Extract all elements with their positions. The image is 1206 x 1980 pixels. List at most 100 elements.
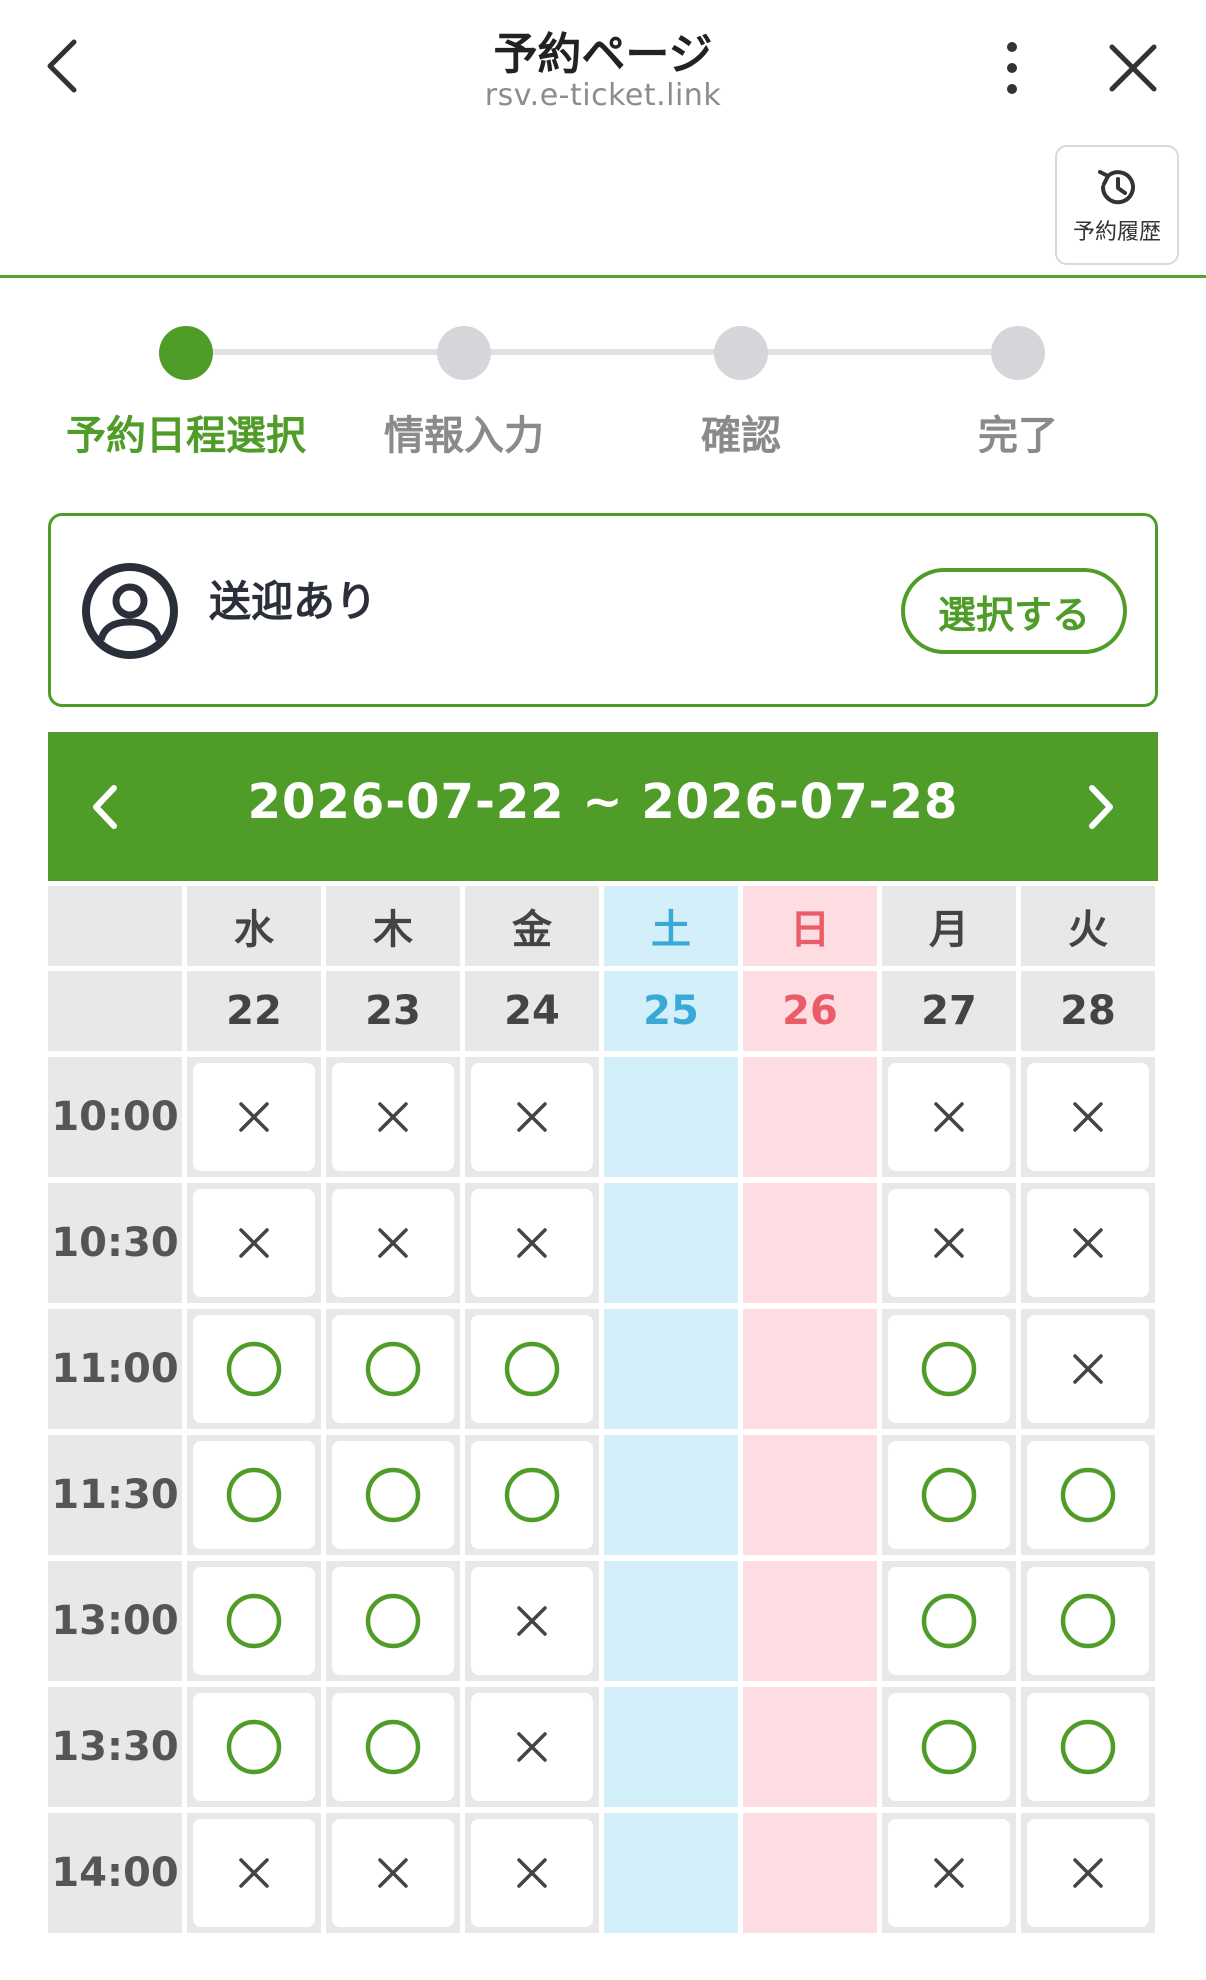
available-slot[interactable] (332, 1441, 454, 1549)
time-label: 10:30 (48, 1183, 182, 1303)
available-slot[interactable] (888, 1441, 1010, 1549)
available-slot[interactable] (888, 1567, 1010, 1675)
step-label-info: 情報入力 (384, 413, 544, 459)
unavailable-slot (193, 1819, 315, 1927)
available-circle-icon (1060, 1719, 1116, 1775)
history-icon (1098, 170, 1135, 205)
unavailable-cross-icon (1073, 1228, 1103, 1258)
closed-slot (604, 1687, 738, 1807)
progress-stepper: 予約日程選択 情報入力 確認 完了 (0, 278, 1206, 488)
unavailable-slot (1027, 1819, 1149, 1927)
date-header: 22 (187, 971, 321, 1051)
date-header: 25 (604, 971, 738, 1051)
more-menu-button[interactable] (990, 30, 1034, 106)
available-slot[interactable] (471, 1441, 593, 1549)
unavailable-slot (888, 1189, 1010, 1297)
unavailable-cross-icon (1073, 1102, 1103, 1132)
available-slot[interactable] (1027, 1693, 1149, 1801)
unavailable-slot (471, 1819, 593, 1927)
unavailable-slot (332, 1189, 454, 1297)
unavailable-cross-icon (378, 1858, 408, 1888)
available-slot[interactable] (193, 1693, 315, 1801)
close-button[interactable] (1100, 30, 1166, 106)
weekday-header: 水 (187, 886, 321, 966)
closed-slot (743, 1183, 877, 1303)
unavailable-cross-icon (517, 1606, 547, 1636)
date-header: 26 (743, 971, 877, 1051)
available-circle-icon (504, 1467, 560, 1523)
unavailable-slot (193, 1063, 315, 1171)
available-slot[interactable] (888, 1315, 1010, 1423)
unavailable-slot (1027, 1315, 1149, 1423)
unavailable-cross-icon (378, 1228, 408, 1258)
chevron-right-icon (1089, 785, 1113, 829)
available-circle-icon (921, 1467, 977, 1523)
closed-slot (604, 1057, 738, 1177)
more-vertical-icon (1007, 42, 1017, 94)
unavailable-cross-icon (239, 1102, 269, 1132)
unavailable-cross-icon (1073, 1354, 1103, 1384)
available-circle-icon (226, 1467, 282, 1523)
available-circle-icon (365, 1341, 421, 1397)
calendar-corner (48, 971, 182, 1051)
week-navigation: 2026-07-22 ~ 2026-07-28 (48, 732, 1158, 881)
available-slot[interactable] (332, 1315, 454, 1423)
available-slot[interactable] (471, 1315, 593, 1423)
unavailable-slot (1027, 1063, 1149, 1171)
unavailable-slot (471, 1189, 593, 1297)
time-label: 13:30 (48, 1687, 182, 1807)
top-bar: 予約ページ rsv.e-ticket.link 予約履歴 (0, 0, 1206, 278)
available-slot[interactable] (332, 1567, 454, 1675)
weekday-header: 金 (465, 886, 599, 966)
available-circle-icon (226, 1593, 282, 1649)
close-icon (1109, 44, 1157, 92)
available-slot[interactable] (1027, 1567, 1149, 1675)
weekday-header: 木 (326, 886, 460, 966)
step-connector (741, 349, 1018, 355)
time-label: 11:30 (48, 1435, 182, 1555)
unavailable-cross-icon (517, 1732, 547, 1762)
closed-slot (604, 1309, 738, 1429)
closed-slot (743, 1813, 877, 1933)
closed-slot (743, 1435, 877, 1555)
weekday-header: 日 (743, 886, 877, 966)
step-label-confirm: 確認 (701, 413, 781, 459)
unavailable-cross-icon (934, 1102, 964, 1132)
weekday-header: 土 (604, 886, 738, 966)
unavailable-slot (332, 1819, 454, 1927)
unavailable-cross-icon (517, 1858, 547, 1888)
available-circle-icon (365, 1719, 421, 1775)
unavailable-slot (471, 1063, 593, 1171)
availability-calendar: 水 22 木 23 金 24 土 25 日 26 月 27 火 28 10:00 10:30 11:00 11:3… (48, 886, 1158, 1940)
weekday-header: 月 (882, 886, 1016, 966)
unavailable-slot (888, 1063, 1010, 1171)
available-slot[interactable] (1027, 1441, 1149, 1549)
available-slot[interactable] (193, 1441, 315, 1549)
time-label: 10:00 (48, 1057, 182, 1177)
available-slot[interactable] (332, 1693, 454, 1801)
unavailable-cross-icon (1073, 1858, 1103, 1888)
step-connector (186, 349, 466, 355)
reservation-history-button[interactable]: 予約履歴 (1055, 145, 1179, 265)
option-label: 送迎あり (209, 577, 378, 626)
select-option-button[interactable]: 選択する (901, 568, 1127, 654)
available-slot[interactable] (193, 1315, 315, 1423)
available-circle-icon (226, 1719, 282, 1775)
step-dot-complete (991, 326, 1045, 380)
step-connector (466, 349, 741, 355)
available-circle-icon (1060, 1593, 1116, 1649)
step-dot-schedule (159, 326, 213, 380)
next-week-button[interactable] (1066, 762, 1136, 852)
closed-slot (604, 1561, 738, 1681)
available-slot[interactable] (193, 1567, 315, 1675)
unavailable-cross-icon (934, 1858, 964, 1888)
time-label: 14:00 (48, 1813, 182, 1933)
closed-slot (604, 1183, 738, 1303)
unavailable-slot (193, 1189, 315, 1297)
available-circle-icon (504, 1341, 560, 1397)
closed-slot (743, 1687, 877, 1807)
closed-slot (604, 1435, 738, 1555)
available-slot[interactable] (888, 1693, 1010, 1801)
date-header: 27 (882, 971, 1016, 1051)
time-label: 11:00 (48, 1309, 182, 1429)
